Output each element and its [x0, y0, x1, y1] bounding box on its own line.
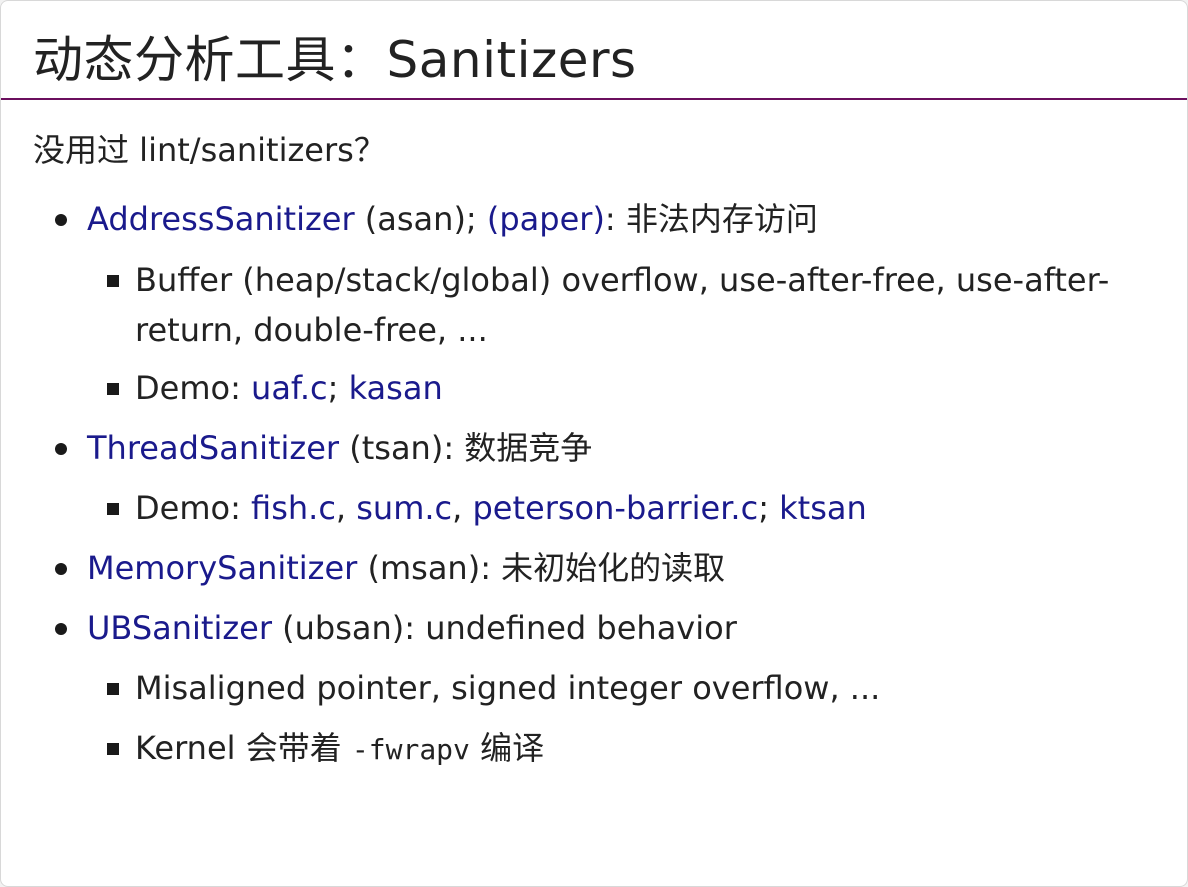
list-item-tsan-demo: Demo: fish.c, sum.c, peterson-barrier.c;…	[135, 483, 1145, 533]
demo-separator: ,	[452, 489, 473, 527]
demo-separator: ;	[327, 369, 349, 407]
bullet-square-icon	[107, 275, 119, 287]
kernel-suffix: 编译	[469, 729, 545, 767]
bullet-dot-icon	[55, 563, 67, 575]
asan-text: (asan);	[354, 200, 487, 238]
demo-separator: ;	[758, 489, 780, 527]
link-asan-paper[interactable]: (paper)	[487, 200, 605, 238]
link-uaf-c[interactable]: uaf.c	[251, 369, 328, 407]
list-item-asan: AddressSanitizer (asan); (paper): 非法内存访问	[87, 194, 818, 244]
link-sum-c[interactable]: sum.c	[356, 489, 452, 527]
list-item-asan-demo: Demo: uaf.c; kasan	[135, 363, 1145, 413]
sanitizer-list: AddressSanitizer (asan); (paper): 非法内存访问…	[1, 1, 1187, 886]
list-item-asan-errors: Buffer (heap/stack/global) overflow, use…	[135, 261, 1110, 349]
link-address-sanitizer[interactable]: AddressSanitizer	[87, 200, 355, 238]
msan-description: (msan): 未初始化的读取	[357, 549, 726, 587]
list-item-ubsan-errors: Misaligned pointer, signed integer overf…	[135, 669, 881, 707]
slide: 动态分析工具：Sanitizers 没用过 lint/sanitizers？ A…	[0, 0, 1188, 887]
bullet-square-icon	[107, 383, 119, 395]
bullet-square-icon	[107, 743, 119, 755]
demo-separator: ,	[335, 489, 357, 527]
link-thread-sanitizer[interactable]: ThreadSanitizer	[87, 429, 339, 467]
link-kasan[interactable]: kasan	[349, 369, 443, 407]
link-memory-sanitizer[interactable]: MemorySanitizer	[87, 549, 357, 587]
list-item-msan: MemorySanitizer (msan): 未初始化的读取	[87, 543, 725, 593]
link-peterson-barrier-c[interactable]: peterson-barrier.c	[472, 489, 758, 527]
asan-description: : 非法内存访问	[604, 200, 818, 238]
list-item-ubsan: UBSanitizer (ubsan): undefined behavior	[87, 603, 737, 653]
kernel-prefix: Kernel 会带着	[135, 729, 352, 767]
bullet-dot-icon	[55, 443, 67, 455]
fwrapv-code: -fwrapv	[351, 733, 470, 766]
bullet-dot-icon	[55, 623, 67, 635]
link-ktsan[interactable]: ktsan	[779, 489, 867, 527]
bullet-square-icon	[107, 683, 119, 695]
bullet-square-icon	[107, 503, 119, 515]
link-ub-sanitizer[interactable]: UBSanitizer	[87, 609, 272, 647]
list-item-ubsan-kernel: Kernel 会带着 -fwrapv 编译	[135, 723, 1145, 775]
bullet-dot-icon	[55, 214, 67, 226]
demo-prefix: Demo:	[135, 369, 252, 407]
list-item-tsan: ThreadSanitizer (tsan): 数据竞争	[87, 423, 592, 473]
demo-prefix: Demo:	[135, 489, 252, 527]
ubsan-description: (ubsan): undefined behavior	[271, 609, 737, 647]
link-fish-c[interactable]: fish.c	[251, 489, 336, 527]
tsan-description: (tsan): 数据竞争	[339, 429, 593, 467]
